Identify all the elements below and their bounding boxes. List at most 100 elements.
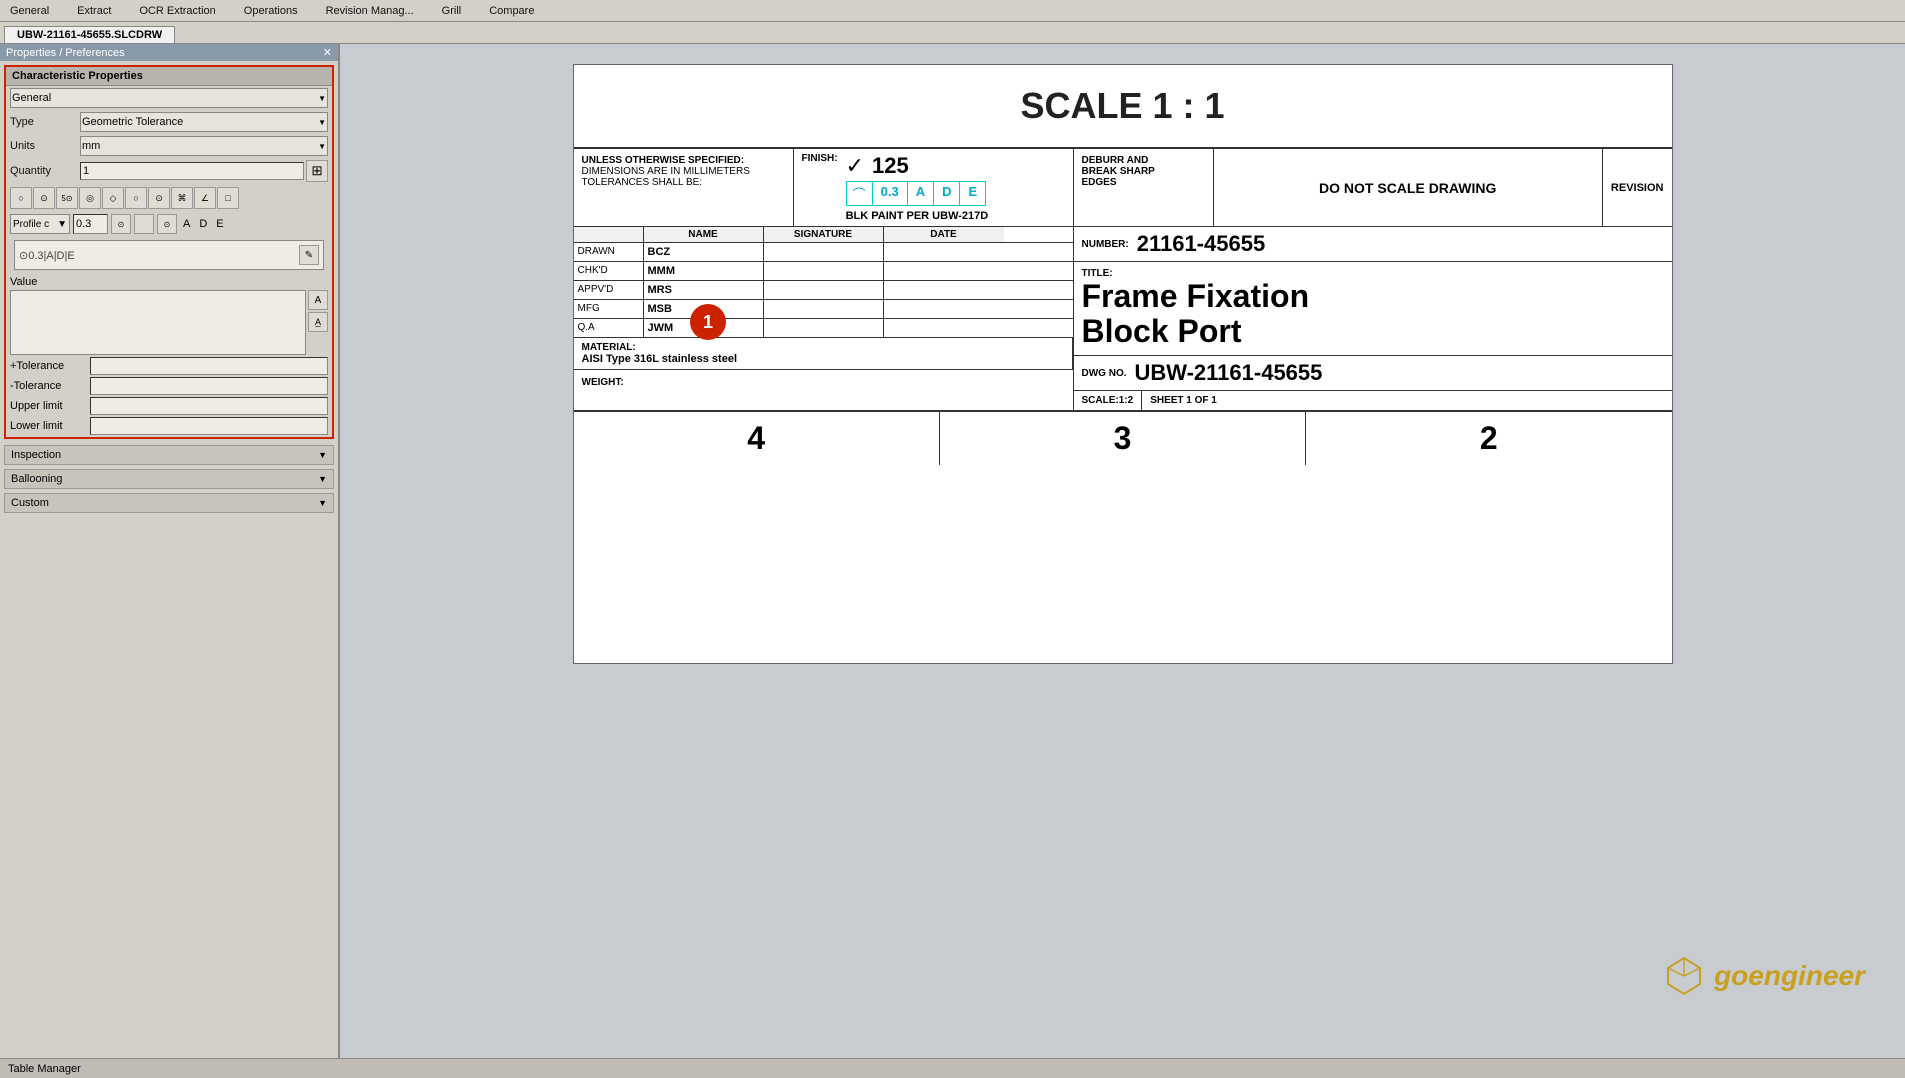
sig-date-appvd (884, 281, 1004, 299)
sig-header-sig: SIGNATURE (764, 227, 884, 242)
toolbar-operations[interactable]: Operations (238, 3, 304, 19)
units-row: Units mm ▼ (6, 134, 332, 158)
bottom-numbers-row: 4 3 2 (574, 410, 1672, 465)
value-input-area[interactable] (10, 290, 306, 355)
circle-dot-icon-btn[interactable]: ⊙ (33, 187, 55, 209)
profile-icon-btn1[interactable]: ⊙ (111, 214, 131, 234)
upper-limit-input[interactable] (90, 397, 328, 415)
file-tab[interactable]: UBW-21161-45655.SLCDRW (4, 26, 175, 43)
custom-label: Custom (11, 497, 49, 509)
oval-icon-btn[interactable]: ⊙ (148, 187, 170, 209)
sig-date-qa (884, 319, 1004, 337)
toolbar-extract[interactable]: Extract (71, 3, 117, 19)
sidebar-close-icon[interactable]: ✕ (323, 46, 332, 59)
signatures-section: NAME SIGNATURE DATE DRAWN BCZ (574, 227, 1074, 410)
sig-role-drawn: DRAWN (574, 243, 644, 261)
plus-tolerance-label: +Tolerance (10, 360, 90, 372)
sig-name-mmm: MMM (644, 262, 764, 280)
title-dwgno-section: NUMBER: 21161-45655 TITLE: Frame Fixatio… (1074, 227, 1672, 410)
bottom-num-2: 2 (1306, 412, 1671, 465)
finish-section: FINISH: ✓ 125 ⌒ 0.3 (794, 149, 1074, 226)
sig-header-role (574, 227, 644, 242)
lower-limit-row: Lower limit (10, 417, 328, 435)
sheet-label: SHEET 1 OF 1 (1142, 391, 1225, 410)
sig-sig-drawn (764, 243, 884, 261)
sig-row-mfg: MFG MSB (574, 300, 1073, 319)
units-dropdown[interactable]: mm ▼ (80, 136, 328, 156)
type-value: Geometric Tolerance (82, 116, 183, 128)
type-dropdown[interactable]: Geometric Tolerance ▼ (80, 112, 328, 132)
number-label: NUMBER: (1082, 239, 1129, 250)
profile-value-input[interactable] (73, 214, 108, 234)
scale-title: SCALE 1 : 1 (574, 65, 1672, 147)
units-value: mm (82, 140, 100, 152)
drawing-fcf-symbol: ⌒ (847, 182, 873, 205)
title-block-second-row: NAME SIGNATURE DATE DRAWN BCZ (574, 227, 1672, 410)
circle-icon-btn[interactable]: ○ (10, 187, 32, 209)
fcf-edit-button[interactable]: ✎ (299, 245, 319, 265)
material-weight-row: MATERIAL: AISI Type 316L stainless steel (574, 338, 1073, 369)
drawing-area: 1 SCALE 1 : 1 UNLESS OTHERWISE SPECIFIED… (340, 44, 1905, 1058)
sig-headers: NAME SIGNATURE DATE (574, 227, 1073, 243)
profile-icon-btn2[interactable] (134, 214, 154, 234)
sig-row-appvd: APPV'D MRS (574, 281, 1073, 300)
drawing-content[interactable]: 1 SCALE 1 : 1 UNLESS OTHERWISE SPECIFIED… (340, 44, 1905, 1058)
minus-tolerance-input[interactable] (90, 377, 328, 395)
target-icon-btn[interactable]: ◎ (79, 187, 101, 209)
profile-dropdown[interactable]: Profile c ▼ (10, 214, 70, 234)
connect-icon-btn[interactable]: ⌘ (171, 187, 193, 209)
circle2-icon-btn[interactable]: ○ (125, 187, 147, 209)
plus-tolerance-row: +Tolerance (10, 357, 328, 375)
minus-tolerance-label: -Tolerance (10, 380, 90, 392)
value-btn-a[interactable]: A (308, 290, 328, 310)
profile-a-label: A (180, 218, 193, 230)
drawing-sheet: SCALE 1 : 1 UNLESS OTHERWISE SPECIFIED: … (573, 64, 1673, 664)
finish-paint: BLK PAINT PER UBW-217D (846, 210, 989, 222)
quantity-label: Quantity (10, 165, 80, 177)
title-block-top-row: UNLESS OTHERWISE SPECIFIED: DIMENSIONS A… (574, 149, 1672, 227)
profile-d-label: D (196, 218, 210, 230)
value-btn-aformat[interactable]: A̲ (308, 312, 328, 332)
sidebar-header: Properties / Preferences ✕ (0, 44, 338, 61)
upper-limit-label: Upper limit (10, 400, 90, 412)
notes-line1: DIMENSIONS ARE IN MILLIMETERS (582, 166, 785, 177)
sig-role-chkd: CHK'D (574, 262, 644, 280)
diamond-icon-btn[interactable]: ◇ (102, 187, 124, 209)
finish-inner: FINISH: ✓ 125 ⌒ 0.3 (794, 149, 1073, 226)
type-label: Type (10, 116, 80, 128)
type-row: Type Geometric Tolerance ▼ (6, 110, 332, 134)
quantity-input[interactable] (80, 162, 304, 180)
minus-tolerance-row: -Tolerance (10, 377, 328, 395)
drawing-fcf-datum3: E (960, 182, 985, 205)
general-row: General ▼ (6, 86, 332, 110)
sig-date-chkd (884, 262, 1004, 280)
square-icon-btn[interactable]: □ (217, 187, 239, 209)
scale-label: SCALE:1:2 (1074, 391, 1143, 410)
toolbar-general[interactable]: General (4, 3, 55, 19)
sig-row-chkd: CHK'D MMM (574, 262, 1073, 281)
finish-label: FINISH: (802, 153, 838, 164)
sig-row-drawn: DRAWN BCZ (574, 243, 1073, 262)
logo-cube-icon (1662, 954, 1706, 998)
finish-checkmark-icon: ✓ (846, 153, 864, 179)
inspection-section[interactable]: Inspection ▼ (4, 445, 334, 465)
angle-icon-btn[interactable]: ∠ (194, 187, 216, 209)
quantity-button[interactable]: ⊞ (306, 160, 328, 182)
fcf-display-container: ⊙0.3|A|D|E ✎ (10, 240, 328, 270)
drawing-fcf: ⌒ 0.3 A D E (846, 181, 987, 206)
toolbar-grill[interactable]: Grill (436, 3, 468, 19)
toolbar-ocr[interactable]: OCR Extraction (133, 3, 221, 19)
lower-limit-input[interactable] (90, 417, 328, 435)
toolbar-compare[interactable]: Compare (483, 3, 540, 19)
general-dropdown[interactable]: General ▼ (10, 88, 328, 108)
sig-role-appvd: APPV'D (574, 281, 644, 299)
ballooning-section[interactable]: Ballooning ▼ (4, 469, 334, 489)
five-circle-icon-btn[interactable]: 5⊙ (56, 187, 78, 209)
custom-section[interactable]: Custom ▼ (4, 493, 334, 513)
status-bar: Table Manager (0, 1058, 1905, 1078)
red-circle-indicator: 1 (690, 304, 726, 340)
plus-tolerance-input[interactable] (90, 357, 328, 375)
profile-icon-btn3[interactable]: ⊙ (157, 214, 177, 234)
ballooning-arrow-icon: ▼ (318, 474, 327, 484)
toolbar-revision[interactable]: Revision Manag... (320, 3, 420, 19)
